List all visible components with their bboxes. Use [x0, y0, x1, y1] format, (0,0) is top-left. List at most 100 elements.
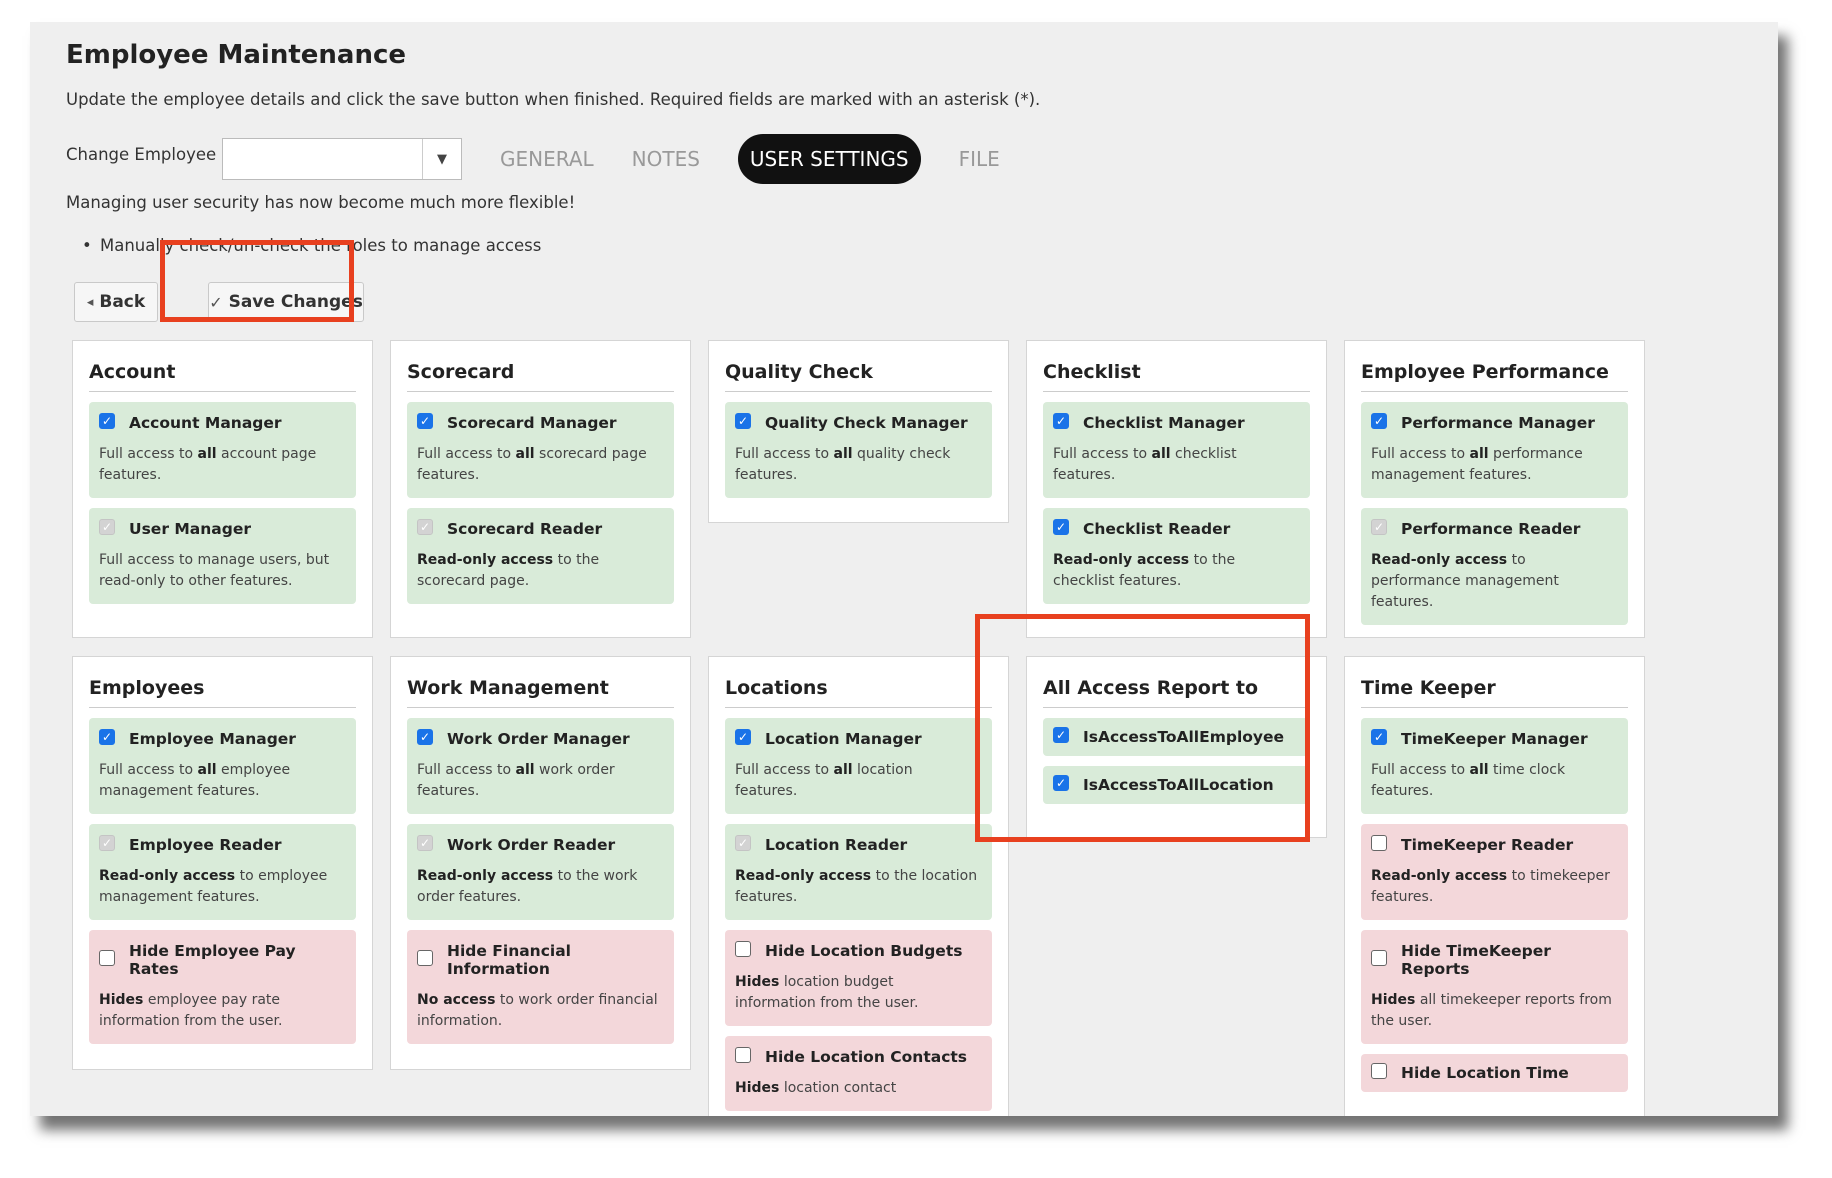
role-card-hide-location-contacts[interactable]: Hide Location Contacts Hides location con… — [725, 1036, 992, 1111]
checkbox[interactable]: ✓ — [417, 413, 433, 429]
role-description-part: Full access to — [735, 446, 834, 462]
role-description: Read-only access to timekeeper features. — [1371, 866, 1614, 908]
role-card-hide-location-budgets[interactable]: Hide Location Budgets Hides location budg… — [725, 930, 992, 1026]
role-description-part: Full access to — [417, 762, 516, 778]
tab-notes[interactable]: NOTES — [632, 134, 700, 184]
role-card-performance-manager[interactable]: ✓ Performance Manager Full access to all p… — [1361, 402, 1628, 498]
role-header: ✓ User Manager — [99, 519, 342, 538]
role-description: No access to work order financial inform… — [417, 990, 660, 1032]
role-name: Location Reader — [765, 836, 908, 854]
role-description-part: Read-only access — [1371, 552, 1508, 568]
tab-file[interactable]: FILE — [959, 134, 1000, 184]
role-card-hide-timekeeper-reports[interactable]: Hide TimeKeeper Reports Hides all timekee… — [1361, 930, 1628, 1044]
role-card-hide-location-time[interactable]: Hide Location Time — [1361, 1054, 1628, 1092]
role-description: Full access to manage users, but read-on… — [99, 550, 342, 592]
panel-title: Account — [89, 361, 356, 392]
checkbox[interactable]: ✓ — [417, 729, 433, 745]
checkbox[interactable] — [99, 950, 115, 966]
notice-text: Managing user security has now become mu… — [66, 193, 576, 212]
app-window: Employee Maintenance Update the employee… — [30, 22, 1778, 1116]
role-description-part: all — [1469, 762, 1489, 778]
caret-down-icon[interactable]: ▼ — [422, 139, 461, 179]
checkbox[interactable]: ✓ — [99, 413, 115, 429]
role-description: Full access to all scorecard page featur… — [417, 444, 660, 486]
role-card-employee-reader[interactable]: ✓ Employee Reader Read-only access to empl… — [89, 824, 356, 920]
checkbox[interactable]: ✓ — [99, 729, 115, 745]
role-card-account-manager[interactable]: ✓ Account Manager Full access to all accou… — [89, 402, 356, 498]
role-description: Hides all timekeeper reports from the us… — [1371, 990, 1614, 1032]
role-card-scorecard-reader[interactable]: ✓ Scorecard Reader Read-only access to the… — [407, 508, 674, 604]
panel-title: Scorecard — [407, 361, 674, 392]
role-description-part: Full access to — [99, 762, 198, 778]
role-card-performance-reader[interactable]: ✓ Performance Reader Read-only access to p… — [1361, 508, 1628, 625]
role-card-location-reader[interactable]: ✓ Location Reader Read-only access to the … — [725, 824, 992, 920]
role-card-timekeeper-manager[interactable]: ✓ TimeKeeper Manager Full access to all ti… — [1361, 718, 1628, 814]
role-description: Hides location budget information from t… — [735, 972, 978, 1014]
role-description-part: all — [515, 446, 535, 462]
checkbox: ✓ — [417, 835, 433, 851]
role-card-hide-employee-pay-rates[interactable]: Hide Employee Pay Rates Hides employee pa… — [89, 930, 356, 1044]
role-header: ✓ Scorecard Manager — [417, 413, 660, 432]
role-description-part: Full access to manage users, but read-on… — [99, 552, 330, 589]
checkbox[interactable]: ✓ — [1371, 413, 1387, 429]
checkbox: ✓ — [99, 519, 115, 535]
role-description: Read-only access to the location feature… — [735, 866, 978, 908]
role-header: ✓ Location Reader — [735, 835, 978, 854]
role-card-scorecard-manager[interactable]: ✓ Scorecard Manager Full access to all sco… — [407, 402, 674, 498]
role-description: Read-only access to performance manageme… — [1371, 550, 1614, 613]
role-description-part: Full access to — [99, 446, 198, 462]
change-employee-select[interactable]: ▼ — [222, 138, 462, 180]
role-header: ✓ Work Order Reader — [417, 835, 660, 854]
role-card-timekeeper-reader[interactable]: TimeKeeper Reader Read-only access to tim… — [1361, 824, 1628, 920]
role-header: ✓ Performance Reader — [1371, 519, 1614, 538]
checkbox[interactable]: ✓ — [735, 729, 751, 745]
role-description-part: all — [197, 762, 217, 778]
role-description-part: location contact — [779, 1080, 897, 1096]
checkbox[interactable] — [1371, 950, 1387, 966]
role-list: ✓ Performance Manager Full access to all p… — [1345, 392, 1644, 625]
checkbox[interactable] — [735, 941, 751, 957]
role-card-hide-financial-information[interactable]: Hide Financial Information No access to w… — [407, 930, 674, 1044]
role-name: Hide TimeKeeper Reports — [1401, 942, 1551, 978]
role-description: Read-only access to employee management … — [99, 866, 342, 908]
checkbox[interactable]: ✓ — [1053, 519, 1069, 535]
role-description: Full access to all work order features. — [417, 760, 660, 802]
role-card-checklist-manager[interactable]: ✓ Checklist Manager Full access to all che… — [1043, 402, 1310, 498]
checkbox[interactable] — [1371, 835, 1387, 851]
checkbox[interactable]: ✓ — [735, 413, 751, 429]
role-description-part: Full access to — [1053, 446, 1152, 462]
checkbox[interactable] — [735, 1047, 751, 1063]
role-name: Scorecard Reader — [447, 520, 603, 538]
panel-work-management: Work Management ✓ Work Order Manager Full a… — [390, 656, 691, 1070]
role-description-part: all — [833, 762, 853, 778]
role-description: Full access to all checklist features. — [1053, 444, 1296, 486]
role-name: Employee Manager — [129, 730, 296, 748]
checkbox[interactable] — [1371, 1063, 1387, 1079]
panel-title: Time Keeper — [1361, 677, 1628, 708]
checkbox[interactable]: ✓ — [1053, 413, 1069, 429]
tab-general[interactable]: GENERAL — [500, 134, 594, 184]
role-card-checklist-reader[interactable]: ✓ Checklist Reader Read-only access to the… — [1043, 508, 1310, 604]
role-name: Quality Check Manager — [765, 414, 968, 432]
checkbox[interactable] — [417, 950, 433, 966]
page-subtitle: Update the employee details and click th… — [66, 90, 1041, 109]
role-card-user-manager[interactable]: ✓ User Manager Full access to manage users… — [89, 508, 356, 604]
role-description-part: Read-only access — [417, 868, 554, 884]
checkbox[interactable]: ✓ — [1371, 729, 1387, 745]
highlight-all-access — [975, 614, 1310, 842]
role-description: Full access to all employee management f… — [99, 760, 342, 802]
role-card-location-manager[interactable]: ✓ Location Manager Full access to all loca… — [725, 718, 992, 814]
role-description: Full access to all time clock features. — [1371, 760, 1614, 802]
role-card-work-order-reader[interactable]: ✓ Work Order Reader Read-only access to th… — [407, 824, 674, 920]
back-button[interactable]: ◂ Back — [74, 282, 158, 322]
checkbox: ✓ — [417, 519, 433, 535]
tab-user-settings[interactable]: USER SETTINGS — [737, 134, 921, 184]
role-card-work-order-manager[interactable]: ✓ Work Order Manager Full access to all wo… — [407, 718, 674, 814]
panel-title: Locations — [725, 677, 992, 708]
role-name: Employee Reader — [129, 836, 282, 854]
role-description: Full access to all quality check feature… — [735, 444, 978, 486]
role-list: ✓ Work Order Manager Full access to all wo… — [391, 708, 690, 1044]
role-card-employee-manager[interactable]: ✓ Employee Manager Full access to all empl… — [89, 718, 356, 814]
role-card-quality-check-manager[interactable]: ✓ Quality Check Manager Full access to all… — [725, 402, 992, 498]
role-description-part: Read-only access — [417, 552, 554, 568]
